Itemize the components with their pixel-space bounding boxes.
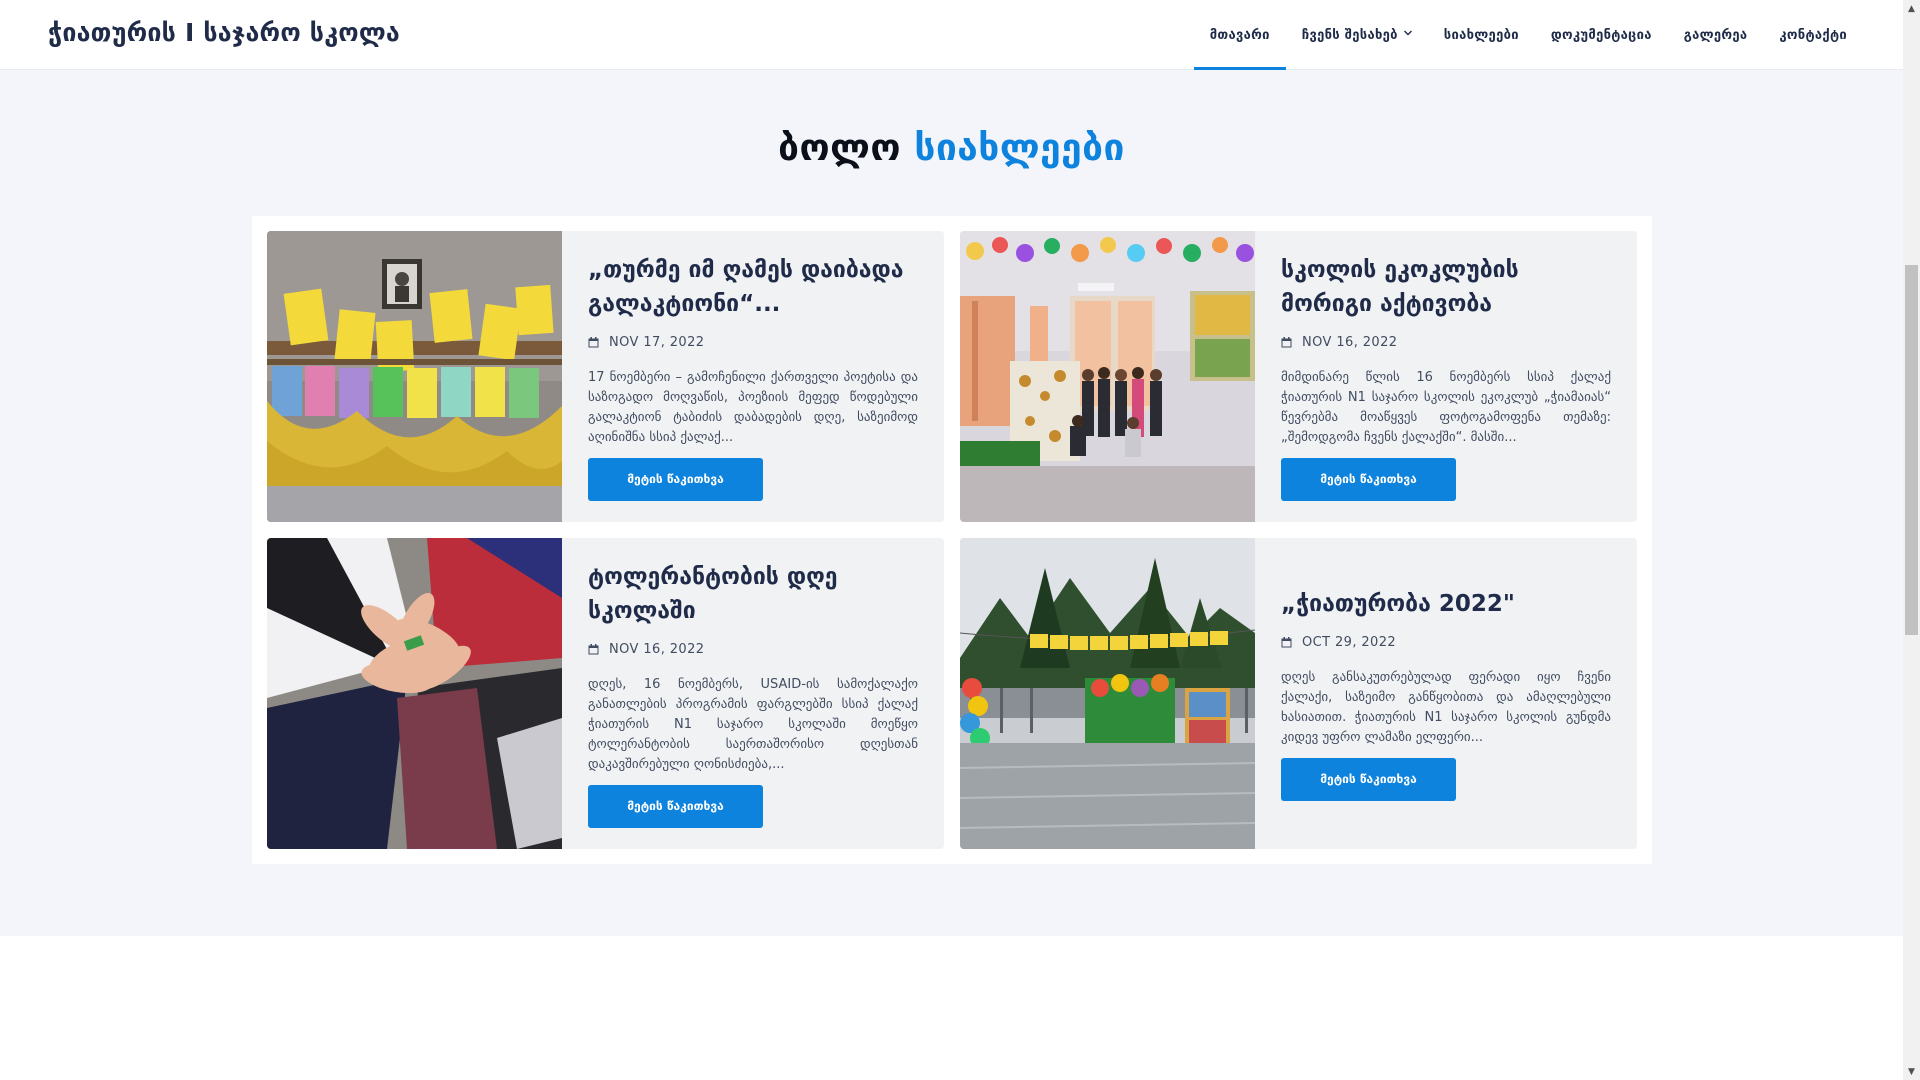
nav-label: ჩვენს შესახებ (1301, 27, 1398, 43)
nav-item-news[interactable]: სიახლეები (1428, 0, 1535, 70)
read-more-button[interactable]: მეტის წაკითხვა (588, 784, 763, 828)
news-grid: „თურმე იმ ღამეს დაიბადა გალაკტიონი“... N… (252, 216, 1652, 864)
chevron-down-icon (1403, 28, 1412, 39)
site-brand[interactable]: ჭიათურის I საჯარო სკოლა (48, 18, 400, 47)
news-date-text: NOV 16, 2022 (609, 641, 705, 657)
news-excerpt: 17 ნოემბერი – გამოჩენილი ქართველი პოეტის… (588, 369, 918, 445)
nav-item-contact[interactable]: კონტაქტი (1763, 0, 1863, 70)
poems-on-wall-photo (267, 231, 562, 522)
news-date: OCT 29, 2022 (1281, 635, 1611, 650)
main-nav: მთავარი ჩვენს შესახებ სიახლეები დოკუმენტ… (1193, 0, 1863, 70)
read-more-wrap: მეტის წაკითხვა (588, 784, 918, 828)
news-excerpt: მიმდინარე წლის 16 ნოემბერს სსიპ ქალაქ ჭი… (1281, 369, 1611, 445)
news-date: NOV 16, 2022 (1281, 335, 1611, 350)
read-more-wrap: მეტის წაკითხვა (1281, 457, 1611, 501)
section-title-accent: სიახლეები (914, 126, 1125, 169)
news-card: ტოლერანტობის დღე სკოლაში NOV 16, 2022 დღ… (267, 538, 944, 849)
news-card-body: სკოლის ეკოკლუბის მორიგი აქტივობა NOV 16,… (1281, 231, 1611, 522)
news-date: NOV 16, 2022 (588, 642, 918, 657)
news-image-poems-on-wall[interactable] (267, 231, 562, 522)
scroll-thumb[interactable] (1905, 265, 1918, 635)
nav-item-documents[interactable]: დოკუმენტაცია (1535, 0, 1668, 70)
nav-item-gallery[interactable]: გალერეა (1668, 0, 1764, 70)
section-title-part1: ბოლო (778, 126, 915, 169)
news-title[interactable]: ტოლერანტობის დღე სკოლაში (588, 560, 918, 628)
news-card: „თურმე იმ ღამეს დაიბადა გალაკტიონი“... N… (267, 231, 944, 522)
news-date: NOV 17, 2022 (588, 335, 918, 350)
calendar-icon (588, 336, 599, 348)
nav-label: სიახლეები (1443, 27, 1519, 43)
news-card-body: „თურმე იმ ღამეს დაიბადა გალაკტიონი“... N… (588, 231, 918, 522)
city-festival-photo (960, 538, 1255, 849)
read-more-wrap: მეტის წაკითხვა (588, 457, 918, 501)
news-card: „ჭიათურობა 2022" OCT 29, 2022 დღეს განსა… (960, 538, 1637, 849)
news-image-joined-hands[interactable] (267, 538, 562, 849)
news-image-eco-club[interactable] (960, 231, 1255, 522)
read-more-button[interactable]: მეტის წაკითხვა (1281, 457, 1456, 501)
news-card-body: ტოლერანტობის დღე სკოლაში NOV 16, 2022 დღ… (588, 538, 918, 849)
calendar-icon (588, 643, 599, 655)
joined-hands-photo (267, 538, 562, 849)
news-excerpt: დღეს განსაკუთრებულად ფერადი იყო ჩვენი ქა… (1281, 669, 1611, 745)
read-more-wrap: მეტის წაკითხვა (1281, 757, 1611, 801)
calendar-icon (1281, 636, 1292, 648)
nav-label: გალერეა (1683, 27, 1748, 43)
nav-label: მთავარი (1209, 27, 1270, 43)
news-title[interactable]: სკოლის ეკოკლუბის მორიგი აქტივობა (1281, 253, 1611, 321)
latest-news-section: ბოლო სიახლეები „თურმე იმ ღამეს დაიბადა გ… (0, 70, 1903, 936)
section-title: ბოლო სიახლეები (0, 126, 1903, 169)
news-date-text: NOV 17, 2022 (609, 334, 705, 350)
news-date-text: OCT 29, 2022 (1302, 634, 1397, 650)
calendar-icon (1281, 336, 1292, 348)
nav-item-home[interactable]: მთავარი (1193, 0, 1286, 70)
nav-label: კონტაქტი (1779, 27, 1847, 43)
news-image-city-festival[interactable] (960, 538, 1255, 849)
news-excerpt: დღეს, 16 ნოემბერს, USAID-ის სამოქალაქო გ… (588, 676, 918, 772)
site-header: ჭიათურის I საჯარო სკოლა მთავარი ჩვენს შე… (0, 0, 1903, 70)
eco-club-group-photo (960, 231, 1255, 522)
page-scrollbar[interactable]: ▲ ▼ (1903, 0, 1920, 1080)
nav-label: დოკუმენტაცია (1550, 27, 1652, 43)
news-card: სკოლის ეკოკლუბის მორიგი აქტივობა NOV 16,… (960, 231, 1637, 522)
scroll-up-arrow-icon[interactable]: ▲ (1903, 0, 1920, 17)
news-title[interactable]: „თურმე იმ ღამეს დაიბადა გალაკტიონი“... (588, 253, 918, 321)
read-more-button[interactable]: მეტის წაკითხვა (588, 457, 763, 501)
nav-item-about[interactable]: ჩვენს შესახებ (1286, 0, 1428, 70)
read-more-button[interactable]: მეტის წაკითხვა (1281, 757, 1456, 801)
news-date-text: NOV 16, 2022 (1302, 334, 1398, 350)
scroll-down-arrow-icon[interactable]: ▼ (1903, 1063, 1920, 1080)
news-title[interactable]: „ჭიათურობა 2022" (1281, 587, 1611, 621)
news-card-body: „ჭიათურობა 2022" OCT 29, 2022 დღეს განსა… (1281, 538, 1611, 849)
